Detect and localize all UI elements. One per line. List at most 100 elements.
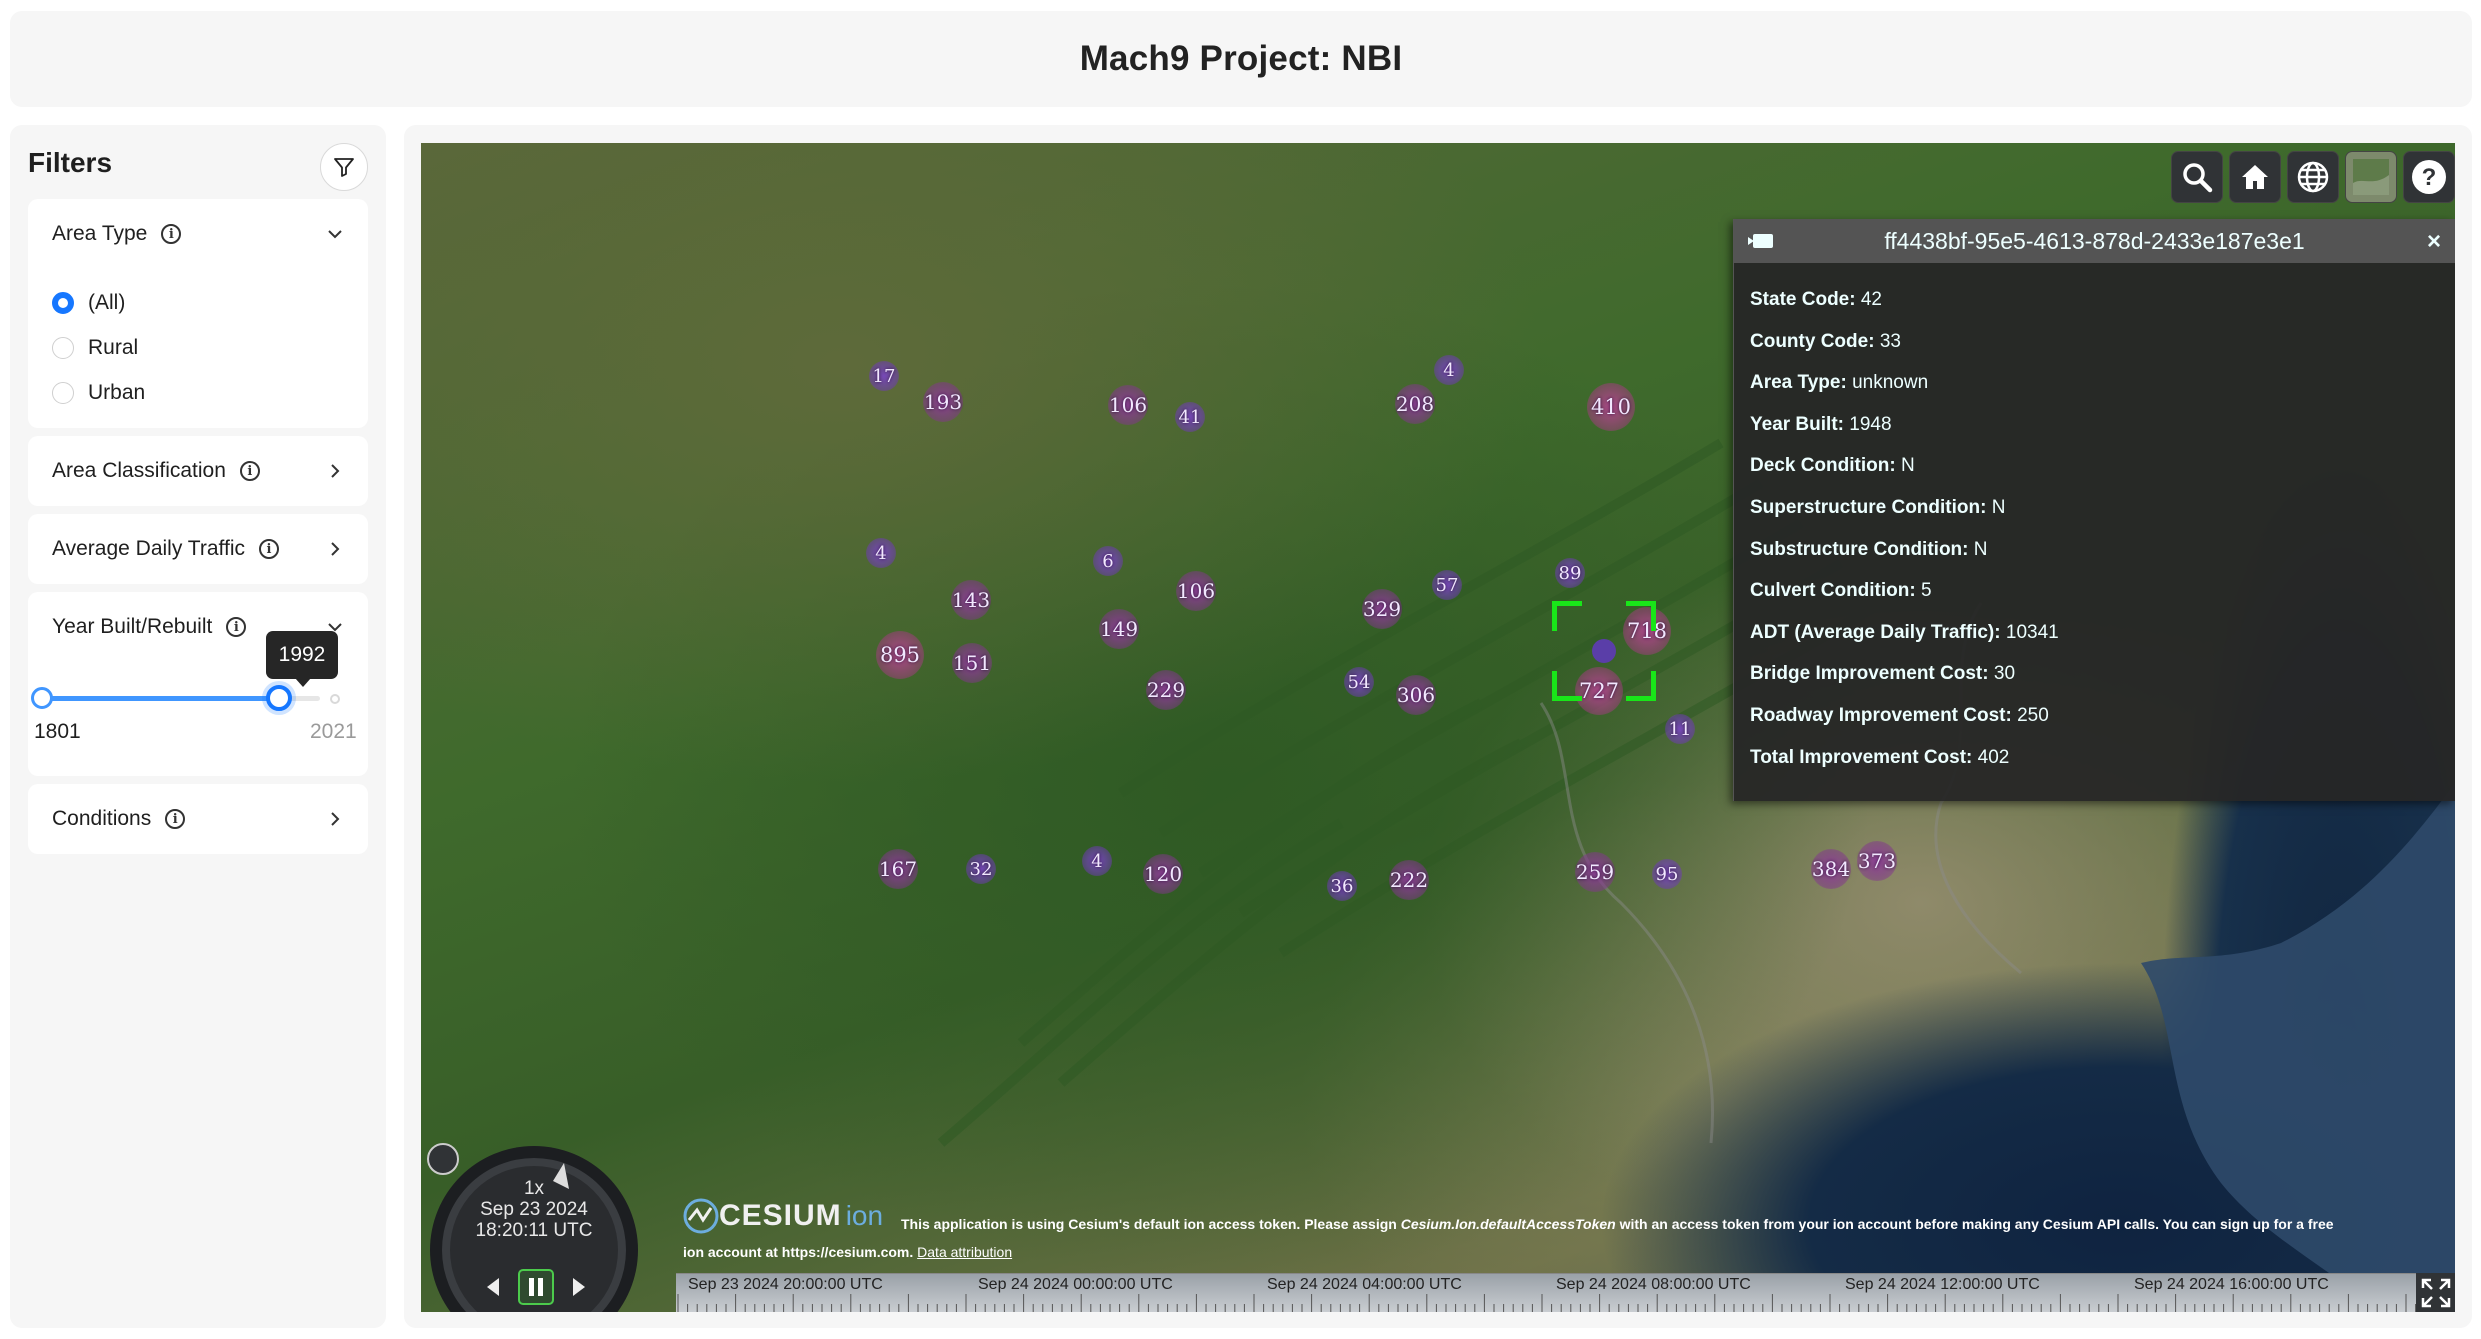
cesium-logo-word: CESIUM — [719, 1199, 842, 1232]
play-reverse-icon[interactable] — [487, 1278, 499, 1296]
cluster-marker[interactable]: 149 — [1099, 609, 1139, 649]
search-icon — [2183, 163, 2213, 193]
area-type-header[interactable]: Area Type i — [28, 199, 368, 269]
timeline[interactable]: Sep 23 2024 20:00:00 UTC Sep 24 2024 00:… — [676, 1273, 2455, 1312]
selection-corner — [1626, 671, 1656, 701]
cluster-marker[interactable]: 167 — [878, 849, 918, 889]
filters-sidebar: Filters Area Type i (All) Rural Urban Ar… — [10, 125, 386, 1328]
cluster-marker[interactable]: 329 — [1362, 589, 1402, 629]
home-button[interactable] — [2229, 151, 2281, 203]
chevron-right-icon[interactable] — [324, 808, 346, 830]
info-icon[interactable]: i — [165, 809, 186, 829]
radio-rural-button[interactable] — [52, 337, 74, 359]
radio-urban-label: Urban — [88, 381, 146, 404]
help-icon: ? — [2412, 160, 2446, 194]
infobox-row: Area Type: unknown — [1750, 372, 1929, 394]
cluster-marker[interactable]: 4 — [1434, 355, 1464, 385]
average-daily-traffic-header[interactable]: Average Daily Traffic i — [28, 514, 368, 584]
infobox-row: Substructure Condition: N — [1750, 538, 1988, 560]
pause-icon — [538, 1278, 543, 1296]
cluster-marker[interactable]: 259 — [1575, 852, 1615, 892]
cluster-marker[interactable]: 106 — [1108, 385, 1148, 425]
infobox-row: Roadway Improvement Cost: 250 — [1750, 704, 2049, 726]
page-title: Mach9 Project: NBI — [1079, 39, 1403, 78]
cluster-marker[interactable]: 895 — [876, 631, 924, 679]
fullscreen-button[interactable] — [2416, 1273, 2455, 1312]
infobox-row: Superstructure Condition: N — [1750, 496, 2006, 518]
filter-button[interactable] — [320, 143, 368, 191]
cluster-marker[interactable]: 41 — [1175, 402, 1205, 432]
radio-urban[interactable]: Urban — [52, 381, 145, 405]
cluster-marker[interactable]: 95 — [1652, 859, 1682, 889]
chevron-right-icon[interactable] — [324, 460, 346, 482]
selected-bridge-marker[interactable] — [1592, 639, 1616, 663]
cesium-ion-logo[interactable]: CESIUM ion — [683, 1198, 883, 1234]
infobox-row: Year Built: 1948 — [1750, 413, 1892, 435]
average-daily-traffic-card[interactable]: Average Daily Traffic i — [28, 514, 368, 584]
cluster-marker[interactable]: 36 — [1327, 871, 1357, 901]
radio-all-label: (All) — [88, 291, 126, 314]
conditions-card[interactable]: Conditions i — [28, 784, 368, 854]
chevron-right-icon[interactable] — [324, 538, 346, 560]
credit-line-1: This application is using Cesium's defau… — [901, 1216, 2334, 1232]
info-icon[interactable]: i — [258, 539, 279, 559]
infobox-close-button[interactable]: × — [2427, 228, 2441, 256]
cluster-marker[interactable]: 229 — [1146, 670, 1186, 710]
conditions-header[interactable]: Conditions i — [28, 784, 368, 854]
cluster-marker[interactable]: 89 — [1555, 558, 1585, 588]
infobox-row: ADT (Average Daily Traffic): 10341 — [1750, 621, 2059, 643]
radio-rural[interactable]: Rural — [52, 336, 138, 360]
year-slider-max-handle[interactable] — [266, 685, 292, 711]
radio-all[interactable]: (All) — [52, 291, 125, 315]
cluster-marker[interactable]: 410 — [1587, 383, 1635, 431]
base-layer-picker-button[interactable] — [2345, 151, 2397, 203]
cluster-marker[interactable]: 120 — [1143, 854, 1183, 894]
cesium-logo-icon — [683, 1198, 719, 1234]
globe-icon — [2297, 161, 2329, 193]
cluster-marker[interactable]: 32 — [966, 854, 996, 884]
cluster-marker[interactable]: 208 — [1395, 384, 1435, 424]
info-icon[interactable]: i — [161, 224, 182, 244]
cluster-marker[interactable]: 54 — [1344, 667, 1374, 697]
help-button[interactable]: ? — [2403, 151, 2455, 203]
cluster-marker[interactable]: 222 — [1389, 860, 1429, 900]
info-icon[interactable]: i — [239, 461, 260, 481]
play-icon[interactable] — [573, 1278, 585, 1296]
pause-button[interactable] — [518, 1269, 554, 1305]
timeline-label: Sep 24 2024 16:00:00 UTC — [2134, 1276, 2329, 1293]
filter-icon — [334, 158, 354, 177]
scene-mode-button[interactable] — [2287, 151, 2339, 203]
geocoder-button[interactable] — [2171, 151, 2223, 203]
cluster-marker[interactable]: 151 — [952, 643, 992, 683]
cluster-marker[interactable]: 11 — [1665, 714, 1695, 744]
infobox-row: Deck Condition: N — [1750, 455, 1915, 477]
area-classification-header[interactable]: Area Classification i — [28, 436, 368, 506]
infobox-body: State Code: 42 County Code: 33 Area Type… — [1734, 263, 2455, 778]
radio-urban-button[interactable] — [52, 382, 74, 404]
year-slider-tooltip: 1992 — [266, 631, 338, 687]
cluster-marker[interactable]: 143 — [951, 580, 991, 620]
cluster-marker[interactable]: 306 — [1396, 675, 1436, 715]
cluster-marker[interactable]: 6 — [1093, 546, 1123, 576]
camera-icon[interactable] — [1748, 231, 1776, 251]
area-classification-card[interactable]: Area Classification i — [28, 436, 368, 506]
cluster-marker[interactable]: 193 — [923, 382, 963, 422]
cluster-marker[interactable]: 106 — [1176, 571, 1216, 611]
map-toolbar: ? — [2171, 151, 2455, 203]
cluster-marker[interactable]: 4 — [866, 538, 896, 568]
data-attribution-link[interactable]: Data attribution — [917, 1244, 1012, 1260]
infobox-row: County Code: 33 — [1750, 330, 1901, 352]
timeline-label: Sep 24 2024 12:00:00 UTC — [1845, 1276, 2040, 1293]
cluster-marker[interactable]: 57 — [1432, 570, 1462, 600]
info-icon[interactable]: i — [226, 617, 247, 637]
cluster-marker[interactable]: 384 — [1811, 849, 1851, 889]
cesium-map[interactable]: 17 193 106 41 208 4 410 4 6 143 106 57 8… — [421, 143, 2455, 1312]
radio-all-button[interactable] — [52, 292, 74, 314]
year-slider-min-handle[interactable] — [31, 687, 53, 709]
chevron-down-icon[interactable] — [324, 223, 346, 245]
cluster-marker[interactable]: 4 — [1082, 846, 1112, 876]
infobox-row: Culvert Condition: 5 — [1750, 580, 1932, 602]
cluster-marker[interactable]: 17 — [869, 361, 899, 391]
selection-indicator — [1552, 601, 1656, 701]
cluster-marker[interactable]: 373 — [1857, 841, 1897, 881]
